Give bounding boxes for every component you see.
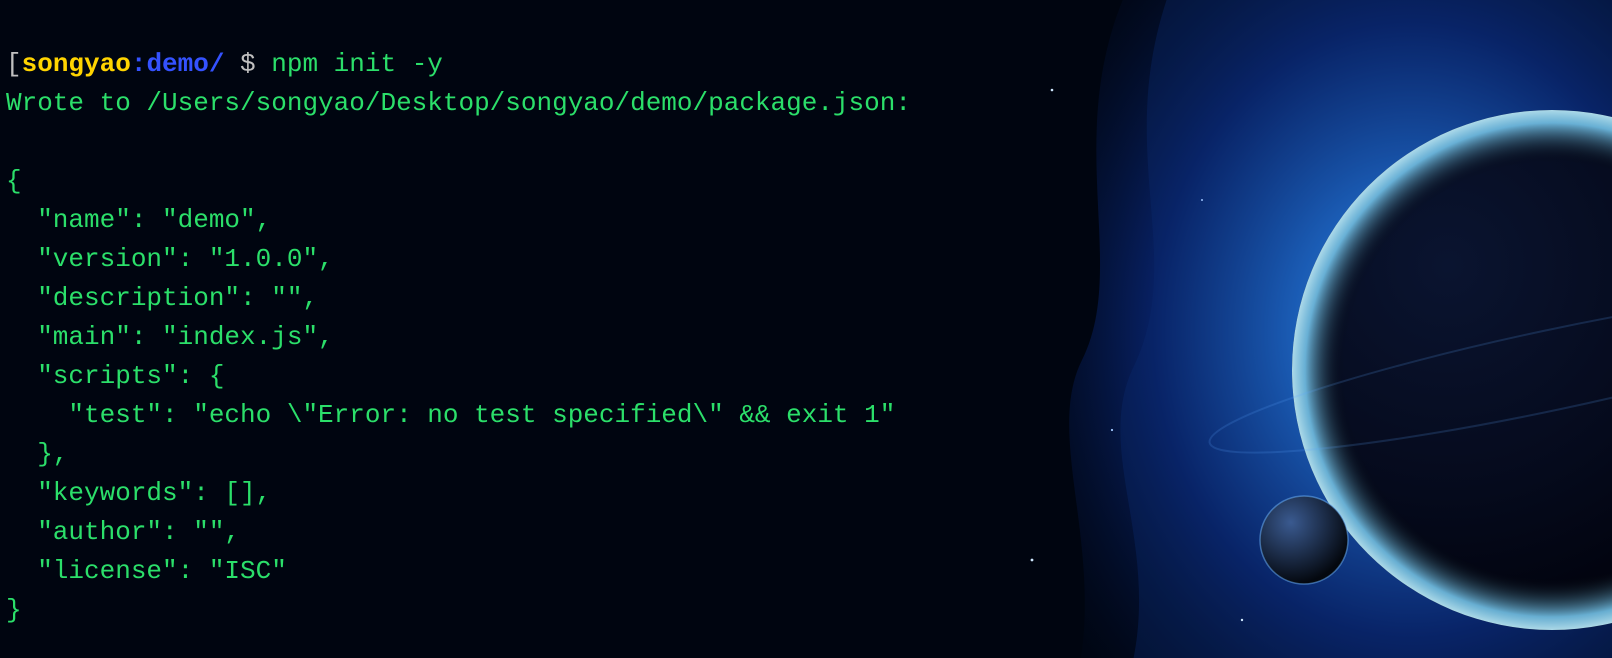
json-keywords: "keywords": [], — [6, 478, 271, 508]
json-author: "author": "", — [6, 517, 240, 547]
json-license: "license": "ISC" — [6, 556, 287, 586]
json-main: "main": "index.js", — [6, 322, 334, 352]
prompt-open-bracket: [ — [6, 49, 22, 79]
output-wrote-line: Wrote to /Users/songyao/Desktop/songyao/… — [6, 88, 911, 118]
json-description: "description": "", — [6, 283, 318, 313]
json-scripts-test: "test": "echo \"Error: no test specified… — [6, 400, 895, 430]
json-open: { — [6, 166, 22, 196]
json-scripts-open: "scripts": { — [6, 361, 224, 391]
prompt-symbol: $ — [224, 49, 271, 79]
json-name: "name": "demo", — [6, 205, 271, 235]
command-text: npm init -y — [271, 49, 443, 79]
json-version: "version": "1.0.0", — [6, 244, 334, 274]
json-close: } — [6, 595, 22, 625]
json-scripts-close: }, — [6, 439, 68, 469]
prompt-path: demo/ — [146, 49, 224, 79]
terminal-output[interactable]: [songyao:demo/ $ npm init -y Wrote to /U… — [0, 0, 1612, 630]
prompt-sep: : — [131, 49, 147, 79]
prompt-user: songyao — [22, 49, 131, 79]
